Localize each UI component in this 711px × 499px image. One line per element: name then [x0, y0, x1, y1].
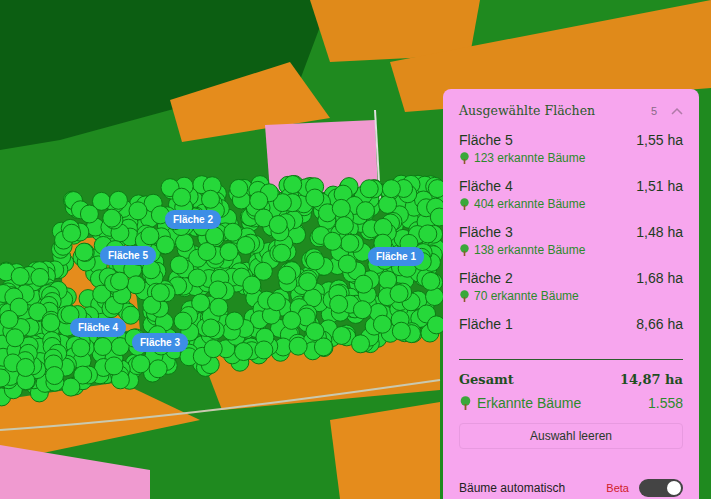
tree-icon [459, 152, 470, 164]
area-name: Fläche 1 [459, 316, 513, 332]
tree-count: 70 erkannte Bäume [459, 289, 683, 303]
tree-count: 404 erkannte Bäume [459, 197, 683, 211]
area-size: 1,51 ha [636, 178, 683, 194]
area-size: 1,55 ha [636, 132, 683, 148]
chevron-up-icon[interactable] [671, 107, 683, 115]
selection-count: 5 [651, 105, 657, 117]
auto-detect-row: Bäume automatischBeta [459, 479, 683, 497]
tree-icon [459, 198, 470, 210]
beta-badge: Beta [606, 482, 629, 494]
tree-count: 138 erkannte Bäume [459, 243, 683, 257]
area-item[interactable]: Fläche 2 1,68 ha 70 erkannte Bäume [459, 270, 683, 307]
area-label[interactable]: Fläche 4 [70, 318, 126, 337]
total-row: Gesamt14,87 ha [459, 372, 683, 387]
area-size: 1,48 ha [636, 224, 683, 240]
area-label[interactable]: Fläche 3 [132, 333, 188, 352]
tree-icon [459, 290, 470, 302]
map-view: Fläche 2 Fläche 5 Fläche 1 Fläche 4 Fläche 3… [0, 0, 711, 499]
tree-markers [0, 175, 448, 406]
area-item[interactable]: Fläche 1 8,66 ha [459, 316, 683, 353]
tree-icon [459, 396, 472, 410]
area-size: 8,66 ha [636, 316, 683, 332]
area-item[interactable]: Fläche 5 1,55 ha 123 erkannte Bäume [459, 132, 683, 169]
auto-detect-label: Bäume automatisch [459, 481, 606, 495]
area-name: Fläche 3 [459, 224, 513, 240]
area-item[interactable]: Fläche 3 1,48 ha 138 erkannte Bäume [459, 224, 683, 261]
auto-detect-toggle[interactable] [639, 479, 683, 497]
tree-count: 123 erkannte Bäume [459, 151, 683, 165]
clear-selection-button[interactable]: Auswahl leeren [459, 423, 683, 449]
area-size: 1,68 ha [636, 270, 683, 286]
area-name: Fläche 4 [459, 178, 513, 194]
panel-title: Ausgewählte Flächen [459, 103, 651, 118]
area-item[interactable]: Fläche 4 1,51 ha 404 erkannte Bäume [459, 178, 683, 215]
area-label[interactable]: Fläche 5 [100, 246, 156, 265]
panel-header[interactable]: Ausgewählte Flächen5 [459, 103, 683, 118]
area-list: Fläche 51,55 ha123 erkannte BäumeFläche … [459, 132, 683, 353]
trees-total-row: Erkannte Bäume1.558 [459, 395, 683, 411]
area-label[interactable]: Fläche 1 [368, 247, 424, 266]
area-name: Fläche 2 [459, 270, 513, 286]
selection-panel: Ausgewählte Flächen5 Fläche 5 1,55 ha 123 e… [443, 89, 699, 499]
tree-icon [459, 244, 470, 256]
area-name: Fläche 5 [459, 132, 513, 148]
area-label[interactable]: Fläche 2 [165, 210, 221, 229]
